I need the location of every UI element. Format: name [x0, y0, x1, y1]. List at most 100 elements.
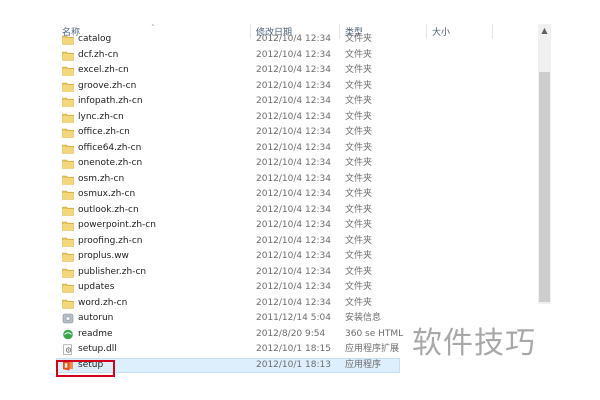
table-row[interactable]: infopath.zh-cn 2012/10/4 12:34 文件夹: [0, 94, 538, 110]
folder-icon: [62, 189, 74, 200]
file-modified-date: 2012/10/4 12:34: [256, 189, 331, 199]
table-row[interactable]: powerpoint.zh-cn 2012/10/4 12:34 文件夹: [0, 218, 538, 234]
file-name[interactable]: infopath.zh-cn: [78, 95, 143, 108]
file-modified-date: 2012/10/4 12:34: [256, 251, 331, 261]
file-type: 文件夹: [345, 111, 373, 122]
folder-icon: [62, 298, 74, 309]
file-modified-date: 2012/10/1 18:13: [256, 359, 331, 370]
file-modified-date: 2012/10/4 12:34: [256, 96, 331, 106]
file-name[interactable]: osmux.zh-cn: [78, 188, 135, 201]
scroll-up-icon[interactable]: ▲: [538, 24, 551, 38]
file-type: 文件夹: [345, 282, 373, 292]
file-name[interactable]: office.zh-cn: [78, 126, 130, 139]
file-modified-date: 2012/10/4 12:34: [256, 204, 331, 215]
file-name[interactable]: osm.zh-cn: [78, 173, 124, 186]
file-type: 文件夹: [345, 158, 373, 168]
file-name[interactable]: groove.zh-cn: [78, 80, 136, 93]
folder-icon: [62, 267, 74, 278]
file-type: 文件夹: [345, 49, 373, 60]
file-modified-date: 2012/10/4 12:34: [256, 34, 331, 44]
folder-icon: [62, 81, 74, 92]
file-modified-date: 2012/10/4 12:34: [256, 80, 331, 91]
scroll-thumb[interactable]: [539, 72, 550, 302]
table-row[interactable]: osm.zh-cn 2012/10/4 12:34 文件夹: [0, 172, 538, 188]
file-name[interactable]: office64.zh-cn: [78, 142, 141, 155]
file-name[interactable]: onenote.zh-cn: [78, 157, 142, 170]
sort-caret-icon: ˄: [151, 24, 155, 32]
table-row[interactable]: updates 2012/10/4 12:34 文件夹: [0, 280, 538, 296]
file-name[interactable]: proplus.ww: [78, 250, 129, 263]
vertical-scrollbar[interactable]: ▲: [538, 24, 551, 304]
file-name[interactable]: updates: [78, 281, 114, 294]
table-row[interactable]: office.zh-cn 2012/10/4 12:34 文件夹: [0, 125, 538, 141]
file-type: 文件夹: [345, 235, 373, 246]
file-type: 文件夹: [345, 204, 373, 215]
file-name[interactable]: outlook.zh-cn: [78, 204, 139, 217]
table-row[interactable]: dcf.zh-cn 2012/10/4 12:34 文件夹: [0, 48, 538, 64]
table-row[interactable]: groove.zh-cn 2012/10/4 12:34 文件夹: [0, 79, 538, 95]
file-type: 文件夹: [345, 251, 373, 261]
file-modified-date: 2012/10/4 12:34: [256, 235, 331, 246]
table-row[interactable]: office64.zh-cn 2012/10/4 12:34 文件夹: [0, 141, 538, 157]
file-name[interactable]: word.zh-cn: [78, 297, 127, 310]
table-row[interactable]: osmux.zh-cn 2012/10/4 12:34 文件夹: [0, 187, 538, 203]
file-modified-date: 2012/10/4 12:34: [256, 158, 331, 168]
folder-icon: [62, 112, 74, 123]
folder-icon: [62, 236, 74, 247]
file-name[interactable]: excel.zh-cn: [78, 64, 129, 77]
folder-icon: [62, 220, 74, 231]
table-row[interactable]: proofing.zh-cn 2012/10/4 12:34 文件夹: [0, 234, 538, 250]
file-type: 文件夹: [345, 297, 373, 308]
folder-icon: [62, 65, 74, 76]
setup-info-icon: [62, 313, 74, 324]
file-name[interactable]: autorun: [78, 312, 113, 325]
file-modified-date: 2012/10/4 12:34: [256, 49, 331, 60]
folder-icon: [62, 143, 74, 154]
file-modified-date: 2012/10/4 12:34: [256, 282, 331, 292]
folder-icon: [62, 158, 74, 169]
file-modified-date: 2012/10/4 12:34: [256, 142, 331, 153]
file-modified-date: 2012/10/1 18:15: [256, 344, 331, 354]
table-row[interactable]: proplus.ww 2012/10/4 12:34 文件夹: [0, 249, 538, 265]
file-type: 文件夹: [345, 80, 373, 91]
file-modified-date: 2012/8/20 9:54: [256, 328, 326, 339]
file-name[interactable]: powerpoint.zh-cn: [78, 219, 156, 232]
table-row[interactable]: catalog 2012/10/4 12:34 文件夹: [0, 32, 538, 48]
file-modified-date: 2012/10/4 12:34: [256, 266, 331, 277]
file-type: 文件夹: [345, 220, 373, 230]
table-row[interactable]: excel.zh-cn 2012/10/4 12:34 文件夹: [0, 63, 538, 79]
folder-icon: [62, 127, 74, 138]
file-type: 文件夹: [345, 34, 373, 44]
file-modified-date: 2012/10/4 12:34: [256, 111, 331, 122]
folder-icon: [62, 96, 74, 107]
file-name[interactable]: readme: [78, 328, 113, 341]
file-name[interactable]: dcf.zh-cn: [78, 49, 118, 62]
file-type: 文件夹: [345, 173, 373, 184]
file-name[interactable]: publisher.zh-cn: [78, 266, 146, 279]
table-row[interactable]: lync.zh-cn 2012/10/4 12:34 文件夹: [0, 110, 538, 126]
folder-icon: [62, 282, 74, 293]
file-type: 应用程序扩展: [345, 344, 400, 354]
table-row[interactable]: word.zh-cn 2012/10/4 12:34 文件夹: [0, 296, 538, 312]
file-type: 文件夹: [345, 142, 373, 153]
folder-icon: [62, 50, 74, 61]
file-type: 文件夹: [345, 65, 373, 75]
file-name[interactable]: proofing.zh-cn: [78, 235, 143, 248]
highlight-box: [56, 360, 115, 377]
file-modified-date: 2011/12/14 5:04: [256, 313, 331, 323]
table-row[interactable]: publisher.zh-cn 2012/10/4 12:34 文件夹: [0, 265, 538, 281]
file-type: 360 se HTML: [345, 328, 404, 339]
file-type: 文件夹: [345, 127, 373, 137]
file-name[interactable]: catalog: [78, 33, 111, 46]
folder-icon: [62, 34, 74, 45]
file-name[interactable]: setup.dll: [78, 343, 117, 356]
file-modified-date: 2012/10/4 12:34: [256, 220, 331, 230]
file-type: 文件夹: [345, 96, 373, 106]
file-modified-date: 2012/10/4 12:34: [256, 173, 331, 184]
file-name[interactable]: lync.zh-cn: [78, 111, 124, 124]
table-row[interactable]: outlook.zh-cn 2012/10/4 12:34 文件夹: [0, 203, 538, 219]
file-type: 应用程序: [345, 359, 382, 370]
browser-html-icon: [62, 329, 74, 340]
table-row[interactable]: onenote.zh-cn 2012/10/4 12:34 文件夹: [0, 156, 538, 172]
file-type: 文件夹: [345, 189, 373, 199]
